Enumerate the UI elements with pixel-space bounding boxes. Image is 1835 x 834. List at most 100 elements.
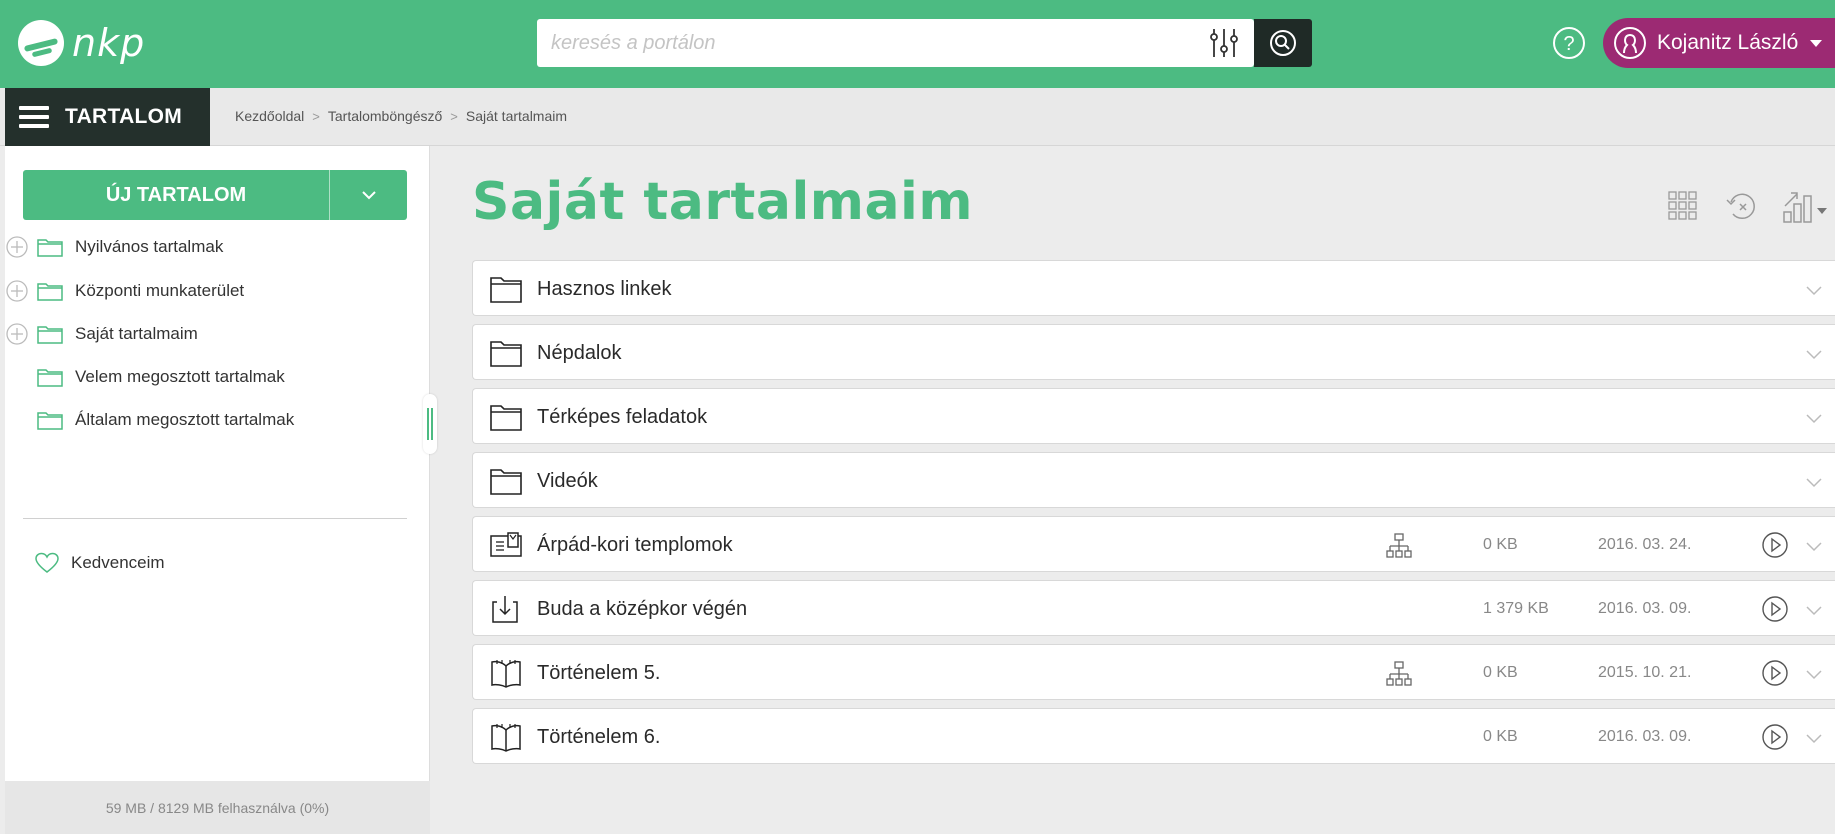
filter-sliders-icon[interactable] [1208, 27, 1240, 59]
item-size: 0 KB [1483, 536, 1518, 553]
chevron-down-icon[interactable] [1803, 343, 1825, 365]
sidebar-item-label: Velem megosztott tartalmak [75, 367, 285, 386]
sidebar-item-public[interactable]: Nyilvános tartalmak [5, 232, 223, 262]
user-menu-button[interactable]: Kojanitz László [1603, 18, 1835, 68]
expand-plus-icon[interactable] [5, 322, 29, 346]
presentation-icon [490, 532, 522, 557]
breadcrumb-separator-icon: > [312, 108, 320, 124]
list-item-content[interactable]: Árpád-kori templomok 0 KB 2016. 03. 24. [472, 516, 1835, 572]
folder-icon [37, 239, 63, 257]
folder-icon [490, 277, 522, 303]
folder-icon [490, 469, 522, 495]
breadcrumb-home[interactable]: Kezdőoldal [235, 108, 304, 124]
folder-icon [37, 369, 63, 387]
open-book-icon [491, 660, 521, 688]
breadcrumb-separator-icon: > [450, 108, 458, 124]
item-name[interactable]: Árpád-kori templomok [537, 534, 733, 557]
sidebar-item-shared-by-me[interactable]: Általam megosztott tartalmak [29, 405, 294, 435]
item-size: 0 KB [1483, 728, 1518, 745]
new-content-dropdown[interactable] [329, 170, 407, 220]
list-item-content[interactable]: Buda a középkor végén 1 379 KB 2016. 03.… [472, 580, 1835, 636]
item-size: 1 379 KB [1483, 600, 1549, 617]
sidebar-item-own[interactable]: Saját tartalmaim [5, 319, 198, 349]
open-book-icon [491, 724, 521, 752]
content-menu-button[interactable]: TARTALOM [5, 88, 210, 146]
list-item-folder[interactable]: Népdalok [472, 324, 1835, 380]
sidebar-item-label: Nyilvános tartalmak [75, 237, 224, 256]
heart-icon [35, 552, 59, 573]
svg-text:?: ? [1563, 33, 1574, 55]
reset-history-icon[interactable] [1725, 190, 1759, 222]
breadcrumb-current: Saját tartalmaim [465, 108, 568, 124]
item-name[interactable]: Térképes feladatok [537, 406, 707, 429]
expand-plus-icon[interactable] [5, 279, 29, 303]
sitemap-share-icon [1386, 661, 1412, 686]
grid-view-icon[interactable] [1667, 190, 1699, 222]
hamburger-icon [19, 106, 49, 128]
favorites-label: Kedvenceim [71, 553, 165, 572]
folder-icon [490, 405, 522, 431]
item-date: 2016. 03. 24. [1598, 536, 1692, 553]
list-item-folder[interactable]: Térképes feladatok [472, 388, 1835, 444]
list-item-folder[interactable]: Videók [472, 452, 1835, 508]
breadcrumb-browser[interactable]: Tartalomböngésző [328, 108, 442, 124]
search-box [537, 19, 1254, 67]
list-item-content[interactable]: Történelem 6. 0 KB 2016. 03. 09. [472, 708, 1835, 764]
item-name[interactable]: Videók [537, 470, 598, 493]
sitemap-share-icon [1386, 533, 1412, 558]
sidebar-item-label: Központi munkaterület [75, 281, 245, 300]
chevron-down-icon[interactable] [1803, 407, 1825, 429]
item-name[interactable]: Hasznos linkek [537, 278, 672, 301]
breadcrumb: Kezdőoldal > Tartalomböngésző > Saját ta… [235, 108, 567, 124]
user-name: Kojanitz László [1657, 31, 1799, 54]
folder-icon [37, 326, 63, 344]
item-date: 2015. 10. 21. [1598, 664, 1692, 681]
folder-icon [490, 341, 522, 367]
item-name[interactable]: Történelem 6. [537, 726, 660, 749]
sort-chart-icon[interactable] [1782, 188, 1828, 224]
logo-text: nkp [72, 21, 146, 65]
chevron-down-icon[interactable] [1803, 535, 1825, 557]
folder-icon [37, 412, 63, 430]
search-icon [1270, 30, 1296, 56]
sidebar-item-label: Általam megosztott tartalmak [75, 410, 295, 429]
sidebar-item-favorites[interactable]: Kedvenceim [35, 552, 165, 574]
sidebar-item-shared-with-me[interactable]: Velem megosztott tartalmak [29, 362, 285, 392]
search-input[interactable] [537, 19, 1177, 67]
item-size: 0 KB [1483, 664, 1518, 681]
new-content-button: ÚJ TARTALOM [23, 170, 407, 220]
sidebar-resize-handle[interactable] [423, 394, 437, 454]
play-icon[interactable] [1761, 659, 1789, 687]
page-title: Saját tartalmaim [472, 172, 974, 232]
chevron-down-icon[interactable] [1803, 599, 1825, 621]
item-name[interactable]: Buda a középkor végén [537, 598, 747, 621]
caret-down-icon [1810, 39, 1823, 47]
item-date: 2016. 03. 09. [1598, 600, 1692, 617]
folder-icon [37, 283, 63, 301]
list-item-content[interactable]: Történelem 5. 0 KB 2015. 10. 21. [472, 644, 1835, 700]
chevron-down-icon[interactable] [1803, 279, 1825, 301]
new-content-label[interactable]: ÚJ TARTALOM [23, 170, 329, 220]
item-name[interactable]: Népdalok [537, 342, 622, 365]
nkp-logo[interactable]: nkp [18, 20, 145, 66]
chevron-down-icon [361, 191, 376, 200]
sidebar: ÚJ TARTALOM Nyilvános tartalmak Központi… [5, 146, 430, 834]
storage-usage: 59 MB / 8129 MB felhasználva (0%) [5, 781, 430, 834]
help-icon[interactable]: ? [1552, 26, 1586, 60]
search-button[interactable] [1254, 19, 1312, 67]
play-icon[interactable] [1761, 595, 1789, 623]
content-menu-label: TARTALOM [65, 105, 183, 128]
list-item-folder[interactable]: Hasznos linkek [472, 260, 1835, 316]
expand-plus-icon[interactable] [5, 235, 29, 259]
chevron-down-icon[interactable] [1803, 471, 1825, 493]
item-name[interactable]: Történelem 5. [537, 662, 660, 685]
play-icon[interactable] [1761, 531, 1789, 559]
chevron-down-icon[interactable] [1803, 727, 1825, 749]
download-icon [492, 596, 518, 623]
user-avatar-icon [1614, 27, 1646, 59]
play-icon[interactable] [1761, 723, 1789, 751]
chevron-down-icon[interactable] [1803, 663, 1825, 685]
sidebar-item-central[interactable]: Központi munkaterület [5, 276, 244, 306]
item-date: 2016. 03. 09. [1598, 728, 1692, 745]
logo-mark-icon [18, 20, 64, 66]
